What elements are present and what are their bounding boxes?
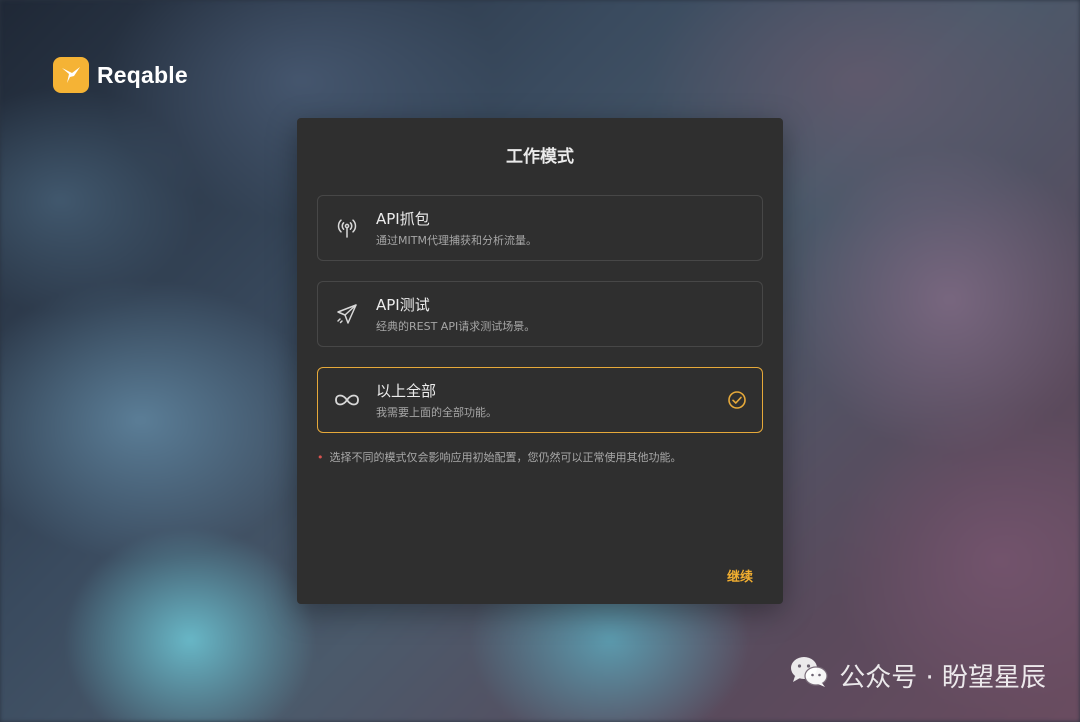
watermark-text: 公众号 · 盼望星辰: [839, 663, 1046, 693]
note-text: 选择不同的模式仅会影响应用初始配置，您仍然可以正常使用其他功能。: [329, 451, 682, 464]
option-api-capture[interactable]: API抓包 通过MITM代理捕获和分析流量。: [317, 195, 763, 261]
option-title: API测试: [376, 295, 430, 314]
antenna-icon: [318, 196, 376, 260]
dialog-title: 工作模式: [506, 147, 574, 167]
check-circle-icon: [712, 368, 762, 432]
paper-plane-icon: [318, 282, 376, 346]
infinity-icon: [318, 368, 376, 432]
mode-note: • 选择不同的模式仅会影响应用初始配置，您仍然可以正常使用其他功能。: [317, 449, 682, 465]
watermark: 公众号 · 盼望星辰: [789, 655, 1046, 696]
hummingbird-icon: [53, 57, 89, 93]
option-api-test[interactable]: API测试 经典的REST API请求测试场景。: [317, 281, 763, 347]
app-logo: Reqable: [53, 57, 188, 93]
work-mode-dialog: 工作模式 API抓包 通过MITM代理捕获和分析流量。 API测试 经典的RES…: [297, 118, 783, 604]
app-name: Reqable: [97, 61, 188, 88]
continue-button[interactable]: 继续: [727, 566, 753, 585]
option-title: API抓包: [376, 209, 430, 228]
option-description: 经典的REST API请求测试场景。: [376, 319, 536, 333]
wechat-icon: [789, 655, 829, 696]
bullet-dot: •: [317, 451, 324, 464]
option-description: 我需要上面的全部功能。: [376, 405, 497, 419]
option-all[interactable]: 以上全部 我需要上面的全部功能。: [317, 367, 763, 433]
option-description: 通过MITM代理捕获和分析流量。: [376, 233, 537, 247]
option-title: 以上全部: [376, 381, 437, 400]
